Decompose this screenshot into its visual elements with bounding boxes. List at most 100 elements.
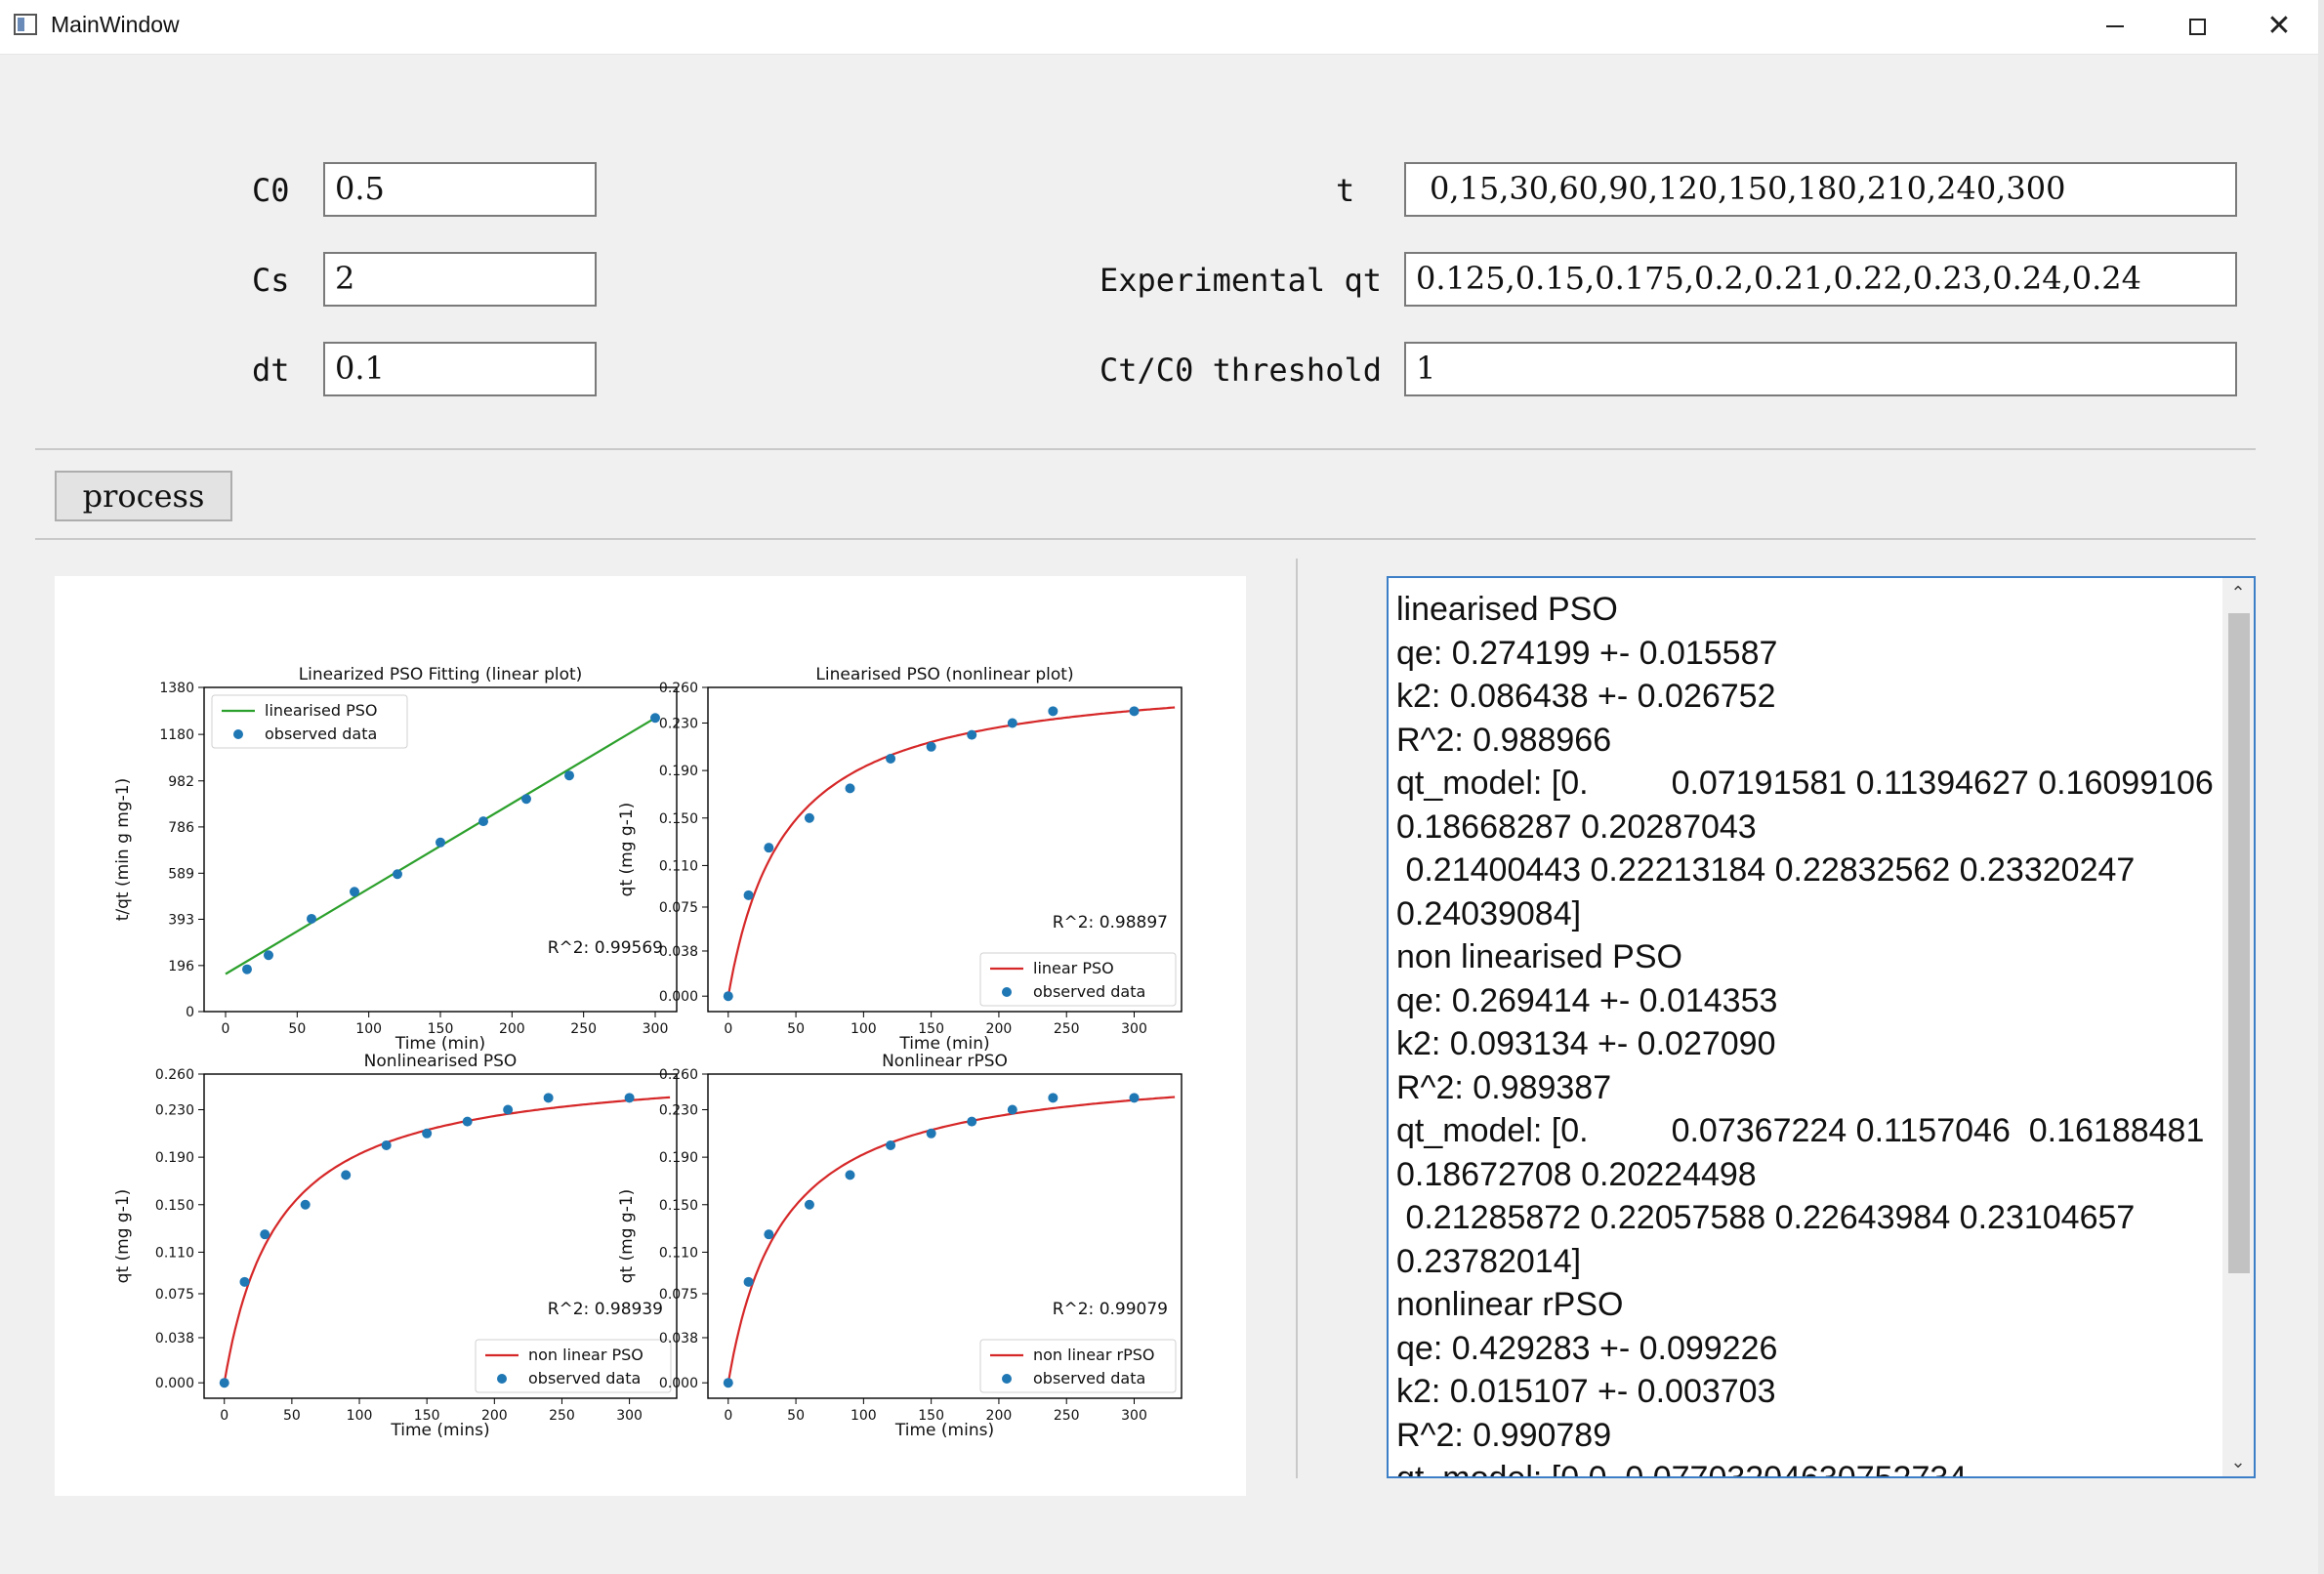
observed-point: [239, 1276, 250, 1287]
observed-point: [1129, 1093, 1140, 1103]
observed-point: [764, 843, 774, 853]
app-window-icon: [14, 14, 37, 35]
y-tick-label: 0.230: [155, 1102, 194, 1118]
observed-point: [886, 1139, 896, 1150]
observed-point: [543, 1093, 554, 1103]
observed-point: [422, 1128, 433, 1139]
x-tick-label: 250: [570, 1021, 597, 1037]
observed-point: [926, 741, 936, 752]
observed-point: [764, 1229, 774, 1240]
observed-point: [300, 1199, 311, 1210]
observed-point: [1007, 718, 1017, 728]
chart-panel-1: Linearized PSO Fitting (linear plot) Time…: [113, 665, 678, 1054]
r2-annotation: R^2: 0.98939: [548, 1300, 663, 1319]
y-tick-label: 0.260: [155, 1067, 194, 1083]
scroll-thumb[interactable]: [2228, 613, 2250, 1273]
x-tick-label: 0: [724, 1021, 732, 1037]
observed-point: [264, 950, 273, 961]
x-tick-label: 100: [355, 1021, 382, 1037]
r2-annotation: R^2: 0.98897: [1053, 913, 1168, 932]
chart-panel-4: Nonlinear rPSO Time (mins) qt (mg g-1) 0 50 1…: [617, 1052, 1183, 1440]
chart-panel-2: Linearised PSO (nonlinear plot) Time (min…: [617, 665, 1183, 1054]
plots-svg: Linearized PSO Fitting (linear plot) Time…: [113, 665, 1183, 1440]
vertical-scrollbar[interactable]: ⌃ ⌄: [2222, 578, 2254, 1476]
observed-point: [624, 1093, 635, 1103]
minimize-button[interactable]: [2074, 0, 2156, 53]
chart-xlabel: Time (min): [394, 1034, 485, 1054]
x-tick-label: 100: [851, 1408, 877, 1424]
observed-point: [804, 1199, 814, 1210]
observed-point: [967, 1116, 977, 1127]
x-tick-label: 50: [787, 1408, 805, 1424]
x-tick-label: 0: [220, 1408, 228, 1424]
chart-xlabel: Time (min): [898, 1034, 989, 1054]
dt-input[interactable]: 0.1: [323, 342, 597, 396]
splitter-handle[interactable]: [1296, 559, 1298, 1478]
scroll-down-icon[interactable]: ⌄: [2222, 1447, 2254, 1476]
chart-legend: linearised PSO observed data: [211, 694, 408, 749]
separator-top: [35, 448, 2256, 450]
y-tick-label: 1180: [159, 727, 194, 743]
close-button[interactable]: ✕: [2238, 0, 2320, 53]
y-tick-label: 0.000: [155, 1376, 194, 1391]
observed-point: [1048, 706, 1058, 717]
observed-point: [1048, 1093, 1058, 1103]
observed-point: [462, 1116, 473, 1127]
threshold-input[interactable]: 1: [1404, 342, 2237, 396]
observed-point: [260, 1229, 270, 1240]
c0-label: C0: [252, 172, 290, 209]
maximize-button[interactable]: [2156, 0, 2238, 53]
observed-point: [564, 770, 574, 781]
observed-point: [1129, 706, 1140, 717]
chart-legend: linear PSO observed data: [979, 952, 1177, 1007]
dt-label: dt: [252, 352, 290, 389]
y-tick-label: 982: [168, 774, 194, 790]
y-tick-label: 0.038: [155, 1331, 194, 1346]
y-tick-label: 393: [168, 912, 194, 928]
r2-annotation: R^2: 0.99569: [548, 938, 663, 958]
close-icon: ✕: [2266, 10, 2292, 42]
cs-input[interactable]: 2: [323, 252, 597, 307]
chart-legend: non linear rPSO observed data: [979, 1339, 1177, 1393]
x-tick-label: 150: [918, 1408, 944, 1424]
observed-point: [743, 1276, 754, 1287]
y-tick-label: 0.190: [659, 764, 698, 779]
chart-title: Linearised PSO (nonlinear plot): [815, 665, 1073, 684]
legend-label: linearised PSO: [265, 701, 378, 720]
chart-ylabel: qt (mg g-1): [113, 1189, 133, 1284]
legend-marker-swatch: [497, 1374, 507, 1384]
scroll-up-icon[interactable]: ⌃: [2222, 578, 2254, 607]
observed-point: [804, 812, 814, 823]
observed-point: [1007, 1104, 1017, 1115]
x-tick-label: 300: [1121, 1021, 1147, 1037]
observed-point: [503, 1104, 514, 1115]
chart-xlabel: Time (mins): [894, 1421, 994, 1440]
chart-ylabel: qt (mg g-1): [617, 1189, 637, 1284]
y-tick-label: 0.230: [659, 716, 698, 731]
process-button[interactable]: process: [55, 471, 232, 521]
chart-title: Linearized PSO Fitting (linear plot): [299, 665, 583, 684]
legend-marker-swatch: [1002, 1374, 1012, 1384]
observed-point: [436, 837, 445, 848]
y-tick-label: 0.150: [155, 1198, 194, 1214]
legend-label: linear PSO: [1033, 959, 1114, 977]
qt-input[interactable]: 0.125,0.15,0.175,0.2,0.21,0.22,0.23,0.24…: [1404, 252, 2237, 307]
x-tick-label: 150: [428, 1021, 454, 1037]
observed-point: [967, 729, 977, 740]
results-textbox[interactable]: linearised PSO qe: 0.274199 +- 0.015587 …: [1387, 576, 2256, 1478]
chart-ylabel: t/qt (min g mg-1): [113, 778, 133, 921]
chart-title: Nonlinear rPSO: [882, 1052, 1008, 1071]
t-input[interactable]: 0,15,30,60,90,120,150,180,210,240,300: [1404, 162, 2237, 217]
y-tick-label: 0.038: [659, 1331, 698, 1346]
observed-point: [743, 890, 754, 900]
c0-input[interactable]: 0.5: [323, 162, 597, 217]
chart-legend: non linear PSO observed data: [475, 1339, 672, 1393]
y-tick-label: 0.260: [659, 1067, 698, 1083]
minimize-icon: [2106, 25, 2124, 27]
separator-bottom: [35, 538, 2256, 540]
x-tick-label: 0: [724, 1408, 732, 1424]
observed-point: [393, 869, 402, 880]
x-tick-label: 100: [851, 1021, 877, 1037]
qt-label: Experimental qt: [1100, 262, 1382, 299]
y-tick-label: 0.190: [659, 1150, 698, 1166]
